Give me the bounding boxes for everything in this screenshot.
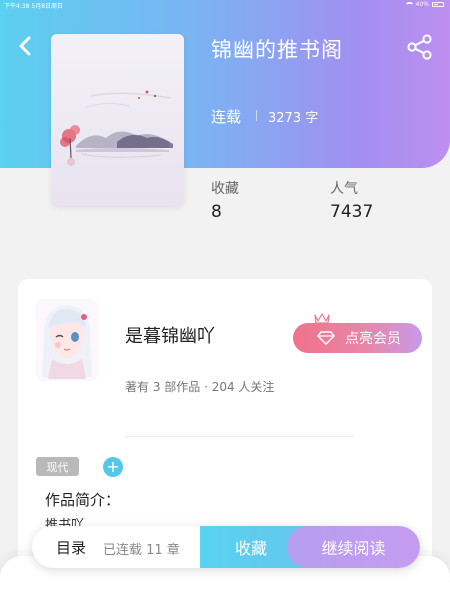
battery-icon [432, 2, 444, 7]
wifi-icon [405, 2, 413, 7]
status-bar: 下午4:38 5月8日周日 40% [0, 0, 450, 10]
toc-button[interactable]: 目录 [56, 537, 86, 558]
status-time: 下午4:38 [4, 3, 30, 10]
activate-membership-button[interactable]: 点亮会员 [293, 323, 422, 353]
status-divider [256, 110, 257, 121]
back-button[interactable] [14, 34, 38, 58]
stat-value-popularity: 7437 [330, 202, 374, 222]
collect-button-label: 收藏 [234, 539, 267, 558]
chevron-left-icon [19, 36, 31, 56]
stat-label-favorites: 收藏 [211, 181, 239, 197]
action-bar: 目录 已连载 11 章 收藏 继续阅读 [32, 526, 420, 568]
genre-tag[interactable]: 现代 [36, 457, 79, 476]
share-icon [407, 34, 432, 60]
card-divider [124, 436, 354, 437]
member-button-label: 点亮会员 [345, 331, 401, 347]
author-name[interactable]: 是暮锦幽吖 [125, 322, 215, 348]
serial-status: 连载 [211, 108, 242, 126]
avatar[interactable] [36, 299, 98, 381]
diamond-icon [317, 331, 335, 345]
add-tag-button[interactable]: + [103, 457, 123, 477]
avatar-image [36, 299, 98, 381]
author-meta: 著有 3 部作品 · 204 人关注 [125, 380, 275, 394]
status-date: 5月8日周日 [31, 3, 64, 10]
stat-label-popularity: 人气 [330, 181, 358, 197]
plus-icon: + [106, 457, 120, 476]
share-button[interactable] [406, 34, 434, 60]
intro-label: 作品简介： [45, 491, 121, 509]
continue-reading-label: 继续阅读 [321, 539, 386, 558]
chapter-count: 已连载 11 章 [103, 543, 180, 558]
book-title: 锦幽的推书阁 [211, 38, 343, 62]
word-count: 3273 字 [268, 111, 319, 126]
cover-art [51, 34, 184, 206]
book-cover[interactable] [51, 34, 184, 206]
continue-reading-button[interactable]: 继续阅读 [287, 526, 420, 568]
battery-percent: 40% [415, 1, 429, 8]
stat-value-favorites: 8 [211, 202, 222, 222]
